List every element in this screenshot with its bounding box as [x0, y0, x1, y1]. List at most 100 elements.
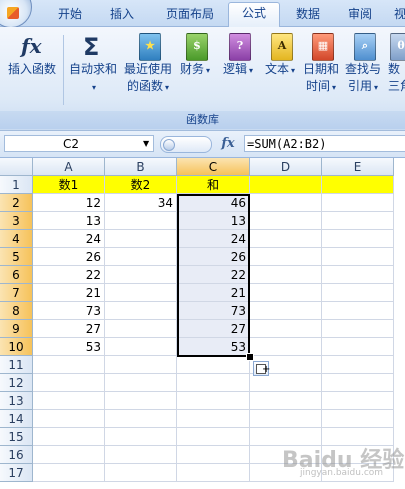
cell-e3[interactable] — [322, 212, 394, 230]
row-header-15[interactable]: 15 — [0, 428, 33, 446]
cell-d1[interactable] — [250, 176, 322, 194]
cell-c9[interactable]: 27 — [177, 320, 250, 338]
tab-data[interactable]: 数据 — [286, 4, 330, 26]
row-header-11[interactable]: 11 — [0, 356, 33, 374]
cell-b2[interactable]: 34 — [105, 194, 177, 212]
math-trig-button[interactable]: θ 数 三角 — [388, 31, 405, 95]
cell-e9[interactable] — [322, 320, 394, 338]
cell-a10[interactable]: 53 — [33, 338, 105, 356]
tab-review[interactable]: 审阅 — [338, 4, 382, 26]
tab-page-layout[interactable]: 页面布局 — [155, 4, 225, 26]
cell-a8[interactable]: 73 — [33, 302, 105, 320]
cell-e7[interactable] — [322, 284, 394, 302]
row-header-8[interactable]: 8 — [0, 302, 33, 320]
cell-e6[interactable] — [322, 266, 394, 284]
autosum-button[interactable]: Σ 自动求和 ▾ — [66, 31, 120, 96]
row-header-7[interactable]: 7 — [0, 284, 33, 302]
column-header-b[interactable]: B — [105, 158, 177, 176]
cell-a16[interactable] — [33, 446, 105, 464]
cell-c14[interactable] — [177, 410, 250, 428]
cell-c2[interactable]: 46 — [177, 194, 250, 212]
cell-b11[interactable] — [105, 356, 177, 374]
row-header-14[interactable]: 14 — [0, 410, 33, 428]
row-header-6[interactable]: 6 — [0, 266, 33, 284]
cell-b17[interactable] — [105, 464, 177, 482]
row-header-3[interactable]: 3 — [0, 212, 33, 230]
recent-functions-button[interactable]: ★ 最近使用 的函数 ▾ — [121, 31, 175, 96]
tab-view[interactable]: 视 — [390, 4, 405, 26]
tab-formulas[interactable]: 公式 — [228, 2, 280, 28]
row-header-10[interactable]: 10 — [0, 338, 33, 356]
text-button[interactable]: A 文本 ▾ — [262, 31, 298, 79]
cell-c16[interactable] — [177, 446, 250, 464]
cell-e10[interactable] — [322, 338, 394, 356]
cell-a2[interactable]: 12 — [33, 194, 105, 212]
cell-a9[interactable]: 27 — [33, 320, 105, 338]
logical-button[interactable]: ? 逻辑 ▾ — [220, 31, 256, 79]
cell-d9[interactable] — [250, 320, 322, 338]
cell-c7[interactable]: 21 — [177, 284, 250, 302]
cell-b6[interactable] — [105, 266, 177, 284]
cell-d8[interactable] — [250, 302, 322, 320]
row-header-12[interactable]: 12 — [0, 374, 33, 392]
cell-a1[interactable]: 数1 — [33, 176, 105, 194]
cell-c15[interactable] — [177, 428, 250, 446]
cell-c17[interactable] — [177, 464, 250, 482]
auto-fill-options-button[interactable]: + — [253, 361, 270, 376]
name-box[interactable]: C2 — [4, 135, 154, 152]
cell-a14[interactable] — [33, 410, 105, 428]
row-header-17[interactable]: 17 — [0, 464, 33, 482]
cell-a7[interactable]: 21 — [33, 284, 105, 302]
cell-b1[interactable]: 数2 — [105, 176, 177, 194]
cell-d4[interactable] — [250, 230, 322, 248]
cell-d7[interactable] — [250, 284, 322, 302]
date-time-button[interactable]: ▦ 日期和 时间 ▾ — [302, 31, 340, 96]
autosum-dropdown-icon[interactable]: ▾ — [66, 78, 120, 96]
cell-b14[interactable] — [105, 410, 177, 428]
insert-function-fx-icon[interactable]: fx — [214, 134, 242, 154]
cell-d13[interactable] — [250, 392, 322, 410]
cell-e11[interactable] — [322, 356, 394, 374]
cell-c4[interactable]: 24 — [177, 230, 250, 248]
cell-c1[interactable]: 和 — [177, 176, 250, 194]
cell-d12[interactable] — [250, 374, 322, 392]
select-all-corner[interactable] — [0, 158, 33, 176]
office-button[interactable] — [0, 0, 32, 28]
cell-c8[interactable]: 73 — [177, 302, 250, 320]
row-header-9[interactable]: 9 — [0, 320, 33, 338]
cell-b3[interactable] — [105, 212, 177, 230]
row-header-16[interactable]: 16 — [0, 446, 33, 464]
cell-c6[interactable]: 22 — [177, 266, 250, 284]
tab-home[interactable]: 开始 — [50, 4, 90, 26]
cell-a12[interactable] — [33, 374, 105, 392]
cell-b16[interactable] — [105, 446, 177, 464]
cell-e1[interactable] — [322, 176, 394, 194]
cell-b5[interactable] — [105, 248, 177, 266]
cell-e14[interactable] — [322, 410, 394, 428]
cell-e13[interactable] — [322, 392, 394, 410]
formula-input[interactable]: =SUM(A2:B2) — [244, 135, 405, 152]
cell-e5[interactable] — [322, 248, 394, 266]
formula-bar-resize-handle[interactable] — [160, 136, 212, 153]
cell-d3[interactable] — [250, 212, 322, 230]
cell-a3[interactable]: 13 — [33, 212, 105, 230]
cell-c10[interactable]: 53 — [177, 338, 250, 356]
financial-button[interactable]: $ 财务 ▾ — [177, 31, 213, 79]
column-header-a[interactable]: A — [33, 158, 105, 176]
worksheet-grid[interactable]: A B C D E 1 2 3 4 5 6 7 8 9 10 11 12 13 14 15 16 17 数1 数2 和 12 34 4… — [0, 158, 405, 489]
cell-c12[interactable] — [177, 374, 250, 392]
insert-function-button[interactable]: fx 插入函数 — [4, 31, 60, 78]
cell-e12[interactable] — [322, 374, 394, 392]
cell-b12[interactable] — [105, 374, 177, 392]
cell-d5[interactable] — [250, 248, 322, 266]
cell-a11[interactable] — [33, 356, 105, 374]
cell-c3[interactable]: 13 — [177, 212, 250, 230]
cell-a13[interactable] — [33, 392, 105, 410]
row-header-13[interactable]: 13 — [0, 392, 33, 410]
lookup-reference-button[interactable]: ⌕ 查找与 引用 ▾ — [343, 31, 383, 96]
cell-a17[interactable] — [33, 464, 105, 482]
cell-c11[interactable] — [177, 356, 250, 374]
tab-insert[interactable]: 插入 — [100, 4, 144, 26]
cell-b8[interactable] — [105, 302, 177, 320]
column-header-c[interactable]: C — [177, 158, 250, 176]
